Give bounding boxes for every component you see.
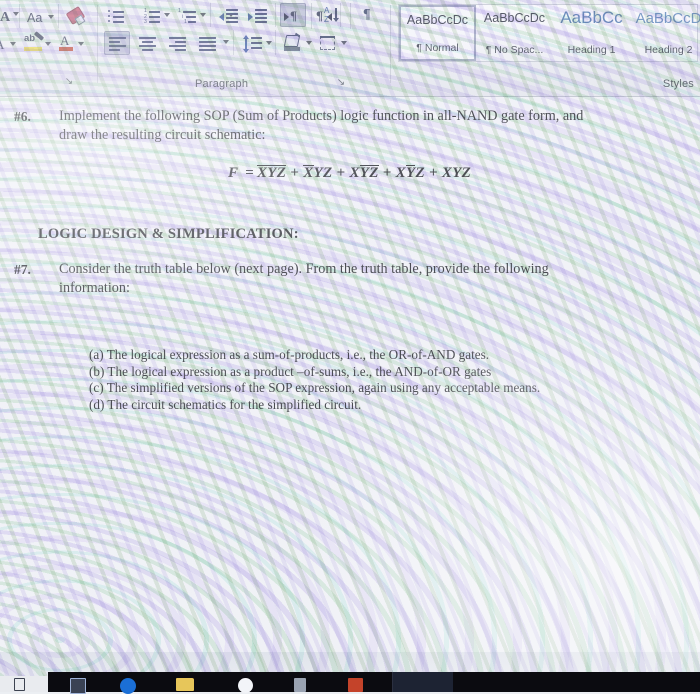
sort-z-letter: Z xyxy=(324,15,329,24)
font-color-swatch xyxy=(59,47,73,51)
chevron-down-icon xyxy=(341,41,347,45)
styles-gallery[interactable]: AaBbCcDc ¶ Normal AaBbCcDc ¶ No Spac... … xyxy=(398,4,700,62)
increase-indent-button[interactable] xyxy=(245,4,269,26)
word-ribbon: A Aa A ab A ↘ xyxy=(0,0,700,97)
grow-font-icon: A xyxy=(0,10,11,25)
decrease-indent-button[interactable] xyxy=(216,4,240,26)
style-name: ¶ No Spac... xyxy=(485,44,544,56)
sublist-item-a: (a) The logical expression as a sum-of-p… xyxy=(89,347,490,362)
sublist-item-d: (d) The circuit schematics for the simpl… xyxy=(89,396,362,412)
style-preview: AaBbCс xyxy=(560,8,623,27)
highlight-aby-icon: ab xyxy=(24,33,36,44)
borders-button[interactable] xyxy=(315,31,347,55)
equation-term: XYZ xyxy=(395,165,425,181)
pilcrow-icon: ¶ xyxy=(363,7,371,22)
question-7-line-1: Consider the truth table below (next pag… xyxy=(59,261,549,277)
folder-icon[interactable] xyxy=(176,678,194,691)
sort-button[interactable]: A Z xyxy=(318,3,344,27)
chevron-down-icon[interactable] xyxy=(223,40,229,44)
multilevel-list-button[interactable]: 1 i 1 xyxy=(176,4,198,26)
sort-a-letter: A xyxy=(324,6,330,15)
equation-plus: + xyxy=(428,165,438,181)
style-preview: AaBbCcDc xyxy=(483,11,546,25)
underline-a-icon: A xyxy=(0,38,4,51)
styles-group-label: Styles xyxy=(662,78,694,90)
shading-color-swatch xyxy=(284,47,300,51)
style-item-no-spacing[interactable]: AaBbCcDc ¶ No Spac... xyxy=(476,5,553,61)
font-dialog-launcher[interactable]: ↘ xyxy=(63,76,75,88)
grow-font-button[interactable]: A xyxy=(0,5,19,27)
sublist-item-c: (c) The simplified versions of the SOP e… xyxy=(89,380,541,396)
chevron-down-icon xyxy=(266,41,272,45)
justify-button[interactable] xyxy=(194,31,220,55)
style-name: ¶ Normal xyxy=(416,42,459,54)
change-case-icon: Aa xyxy=(27,11,43,25)
font-group: A Aa A ab A ↘ xyxy=(0,0,94,97)
line-spacing-button[interactable] xyxy=(240,31,272,55)
style-name: Heading 1 xyxy=(567,44,616,56)
align-center-button[interactable] xyxy=(134,31,160,55)
clear-formatting-button[interactable] xyxy=(64,4,86,27)
chevron-down-icon xyxy=(48,15,54,19)
style-item-heading-1[interactable]: AaBbCс Heading 1 xyxy=(553,5,630,61)
chevron-down-icon xyxy=(45,42,51,46)
change-case-button[interactable]: Aa xyxy=(24,5,56,27)
equation-equals: = xyxy=(245,165,254,181)
equation-term: XYZ xyxy=(441,165,472,181)
equation-plus: + xyxy=(290,165,300,181)
numbering-button[interactable]: 1 2 3 xyxy=(140,4,162,26)
equation-term: XYZ xyxy=(303,165,333,181)
taskview-icon[interactable] xyxy=(14,678,25,691)
style-preview: AaBbCcDc xyxy=(406,13,469,27)
style-name: Heading 2 xyxy=(644,44,693,56)
equation-term: XYZ xyxy=(349,165,379,181)
question-6-line-2: draw the resulting circuit schematic: xyxy=(59,127,266,143)
chevron-down-icon xyxy=(10,42,16,46)
pilcrow-icon: ¶ xyxy=(290,8,298,23)
bullets-button[interactable] xyxy=(104,4,126,26)
chevron-down-icon[interactable] xyxy=(164,13,170,17)
styles-group: AaBbCcDc ¶ Normal AaBbCcDc ¶ No Spac... … xyxy=(394,0,700,97)
chevron-down-icon[interactable] xyxy=(200,13,206,17)
equation-plus: + xyxy=(336,165,346,181)
taskbar-secondary-region xyxy=(393,672,453,692)
show-hide-marks-button[interactable]: ¶ xyxy=(356,3,380,27)
highlight-color-swatch xyxy=(24,47,42,51)
question-7-line-2: information: xyxy=(59,280,130,296)
equation-term: XYZ xyxy=(256,165,287,181)
app-icon[interactable] xyxy=(294,678,306,692)
taskbar[interactable] xyxy=(48,672,700,694)
question-6-number: #6. xyxy=(14,109,31,124)
style-item-normal[interactable]: AaBbCcDc ¶ Normal xyxy=(399,5,476,61)
question-6-line-1: Implement the following SOP (Sum of Prod… xyxy=(59,108,584,124)
paragraph-group: 1 2 3 1 i 1 ¶ ¶ Paragraph ↘ xyxy=(100,0,355,97)
section-heading: LOGIC DESIGN & SIMPLIFICATION: xyxy=(38,226,299,242)
paragraph-group-label: Paragraph xyxy=(195,78,249,90)
align-left-button[interactable] xyxy=(104,31,130,55)
sublist-item-b: (b) The logical expression as a product … xyxy=(89,363,492,379)
question-7-number: #7. xyxy=(14,262,31,277)
shading-button[interactable] xyxy=(280,31,312,55)
paragraph-dialog-launcher[interactable]: ↘ xyxy=(335,77,347,89)
document-body: #6. Implement the following SOP (Sum of … xyxy=(0,97,700,652)
font-color-a-icon: A xyxy=(60,33,70,48)
highlight-pen-icon xyxy=(33,31,45,41)
borders-icon xyxy=(320,36,335,50)
equation-plus: + xyxy=(382,165,392,181)
chevron-down-icon xyxy=(306,41,312,45)
ltr-text-direction-button[interactable]: ¶ xyxy=(280,3,306,27)
underline-style-button[interactable]: A xyxy=(0,32,16,54)
office-app-icon[interactable] xyxy=(348,678,363,692)
equation-lhs: F xyxy=(228,165,239,181)
search-icon[interactable] xyxy=(238,678,253,693)
align-right-button[interactable] xyxy=(164,31,190,55)
style-preview: AaBbCcD xyxy=(635,10,700,27)
chevron-down-icon xyxy=(78,42,84,46)
font-color-button[interactable]: A xyxy=(56,31,84,55)
document-page[interactable]: #6. Implement the following SOP (Sum of … xyxy=(0,97,700,652)
text-highlight-color-button[interactable]: ab xyxy=(22,31,51,55)
sop-equation: F = XYZ + XYZ + XYZ + XYZ + XYZ xyxy=(228,165,471,182)
style-item-heading-2[interactable]: AaBbCcD Heading 2 xyxy=(630,5,700,61)
